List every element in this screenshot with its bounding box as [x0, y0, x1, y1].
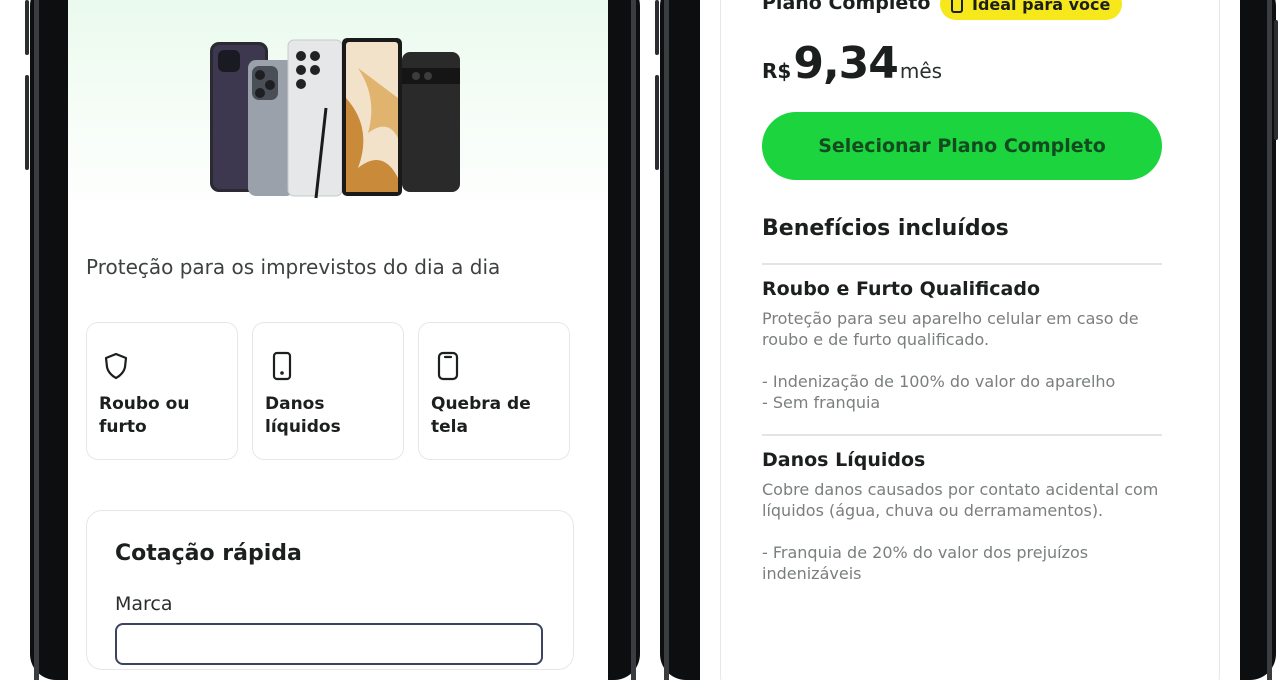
hero-banner — [68, 0, 608, 220]
select-plan-button[interactable]: Selecionar Plano Completo — [762, 112, 1162, 180]
benefit-title: Danos Líquidos — [762, 449, 926, 471]
phone-frame-right: Plano Completo Ideal para você R$ 9,34 m… — [660, 0, 1276, 680]
feature-card-quebra-tela[interactable]: Quebra de tela — [418, 322, 570, 460]
divider — [762, 434, 1162, 436]
plan-price: R$ 9,34 mês — [762, 38, 942, 89]
quick-quote-card: Cotação rápida Marca — [86, 510, 574, 670]
tagline: Proteção para os imprevistos do dia a di… — [86, 255, 501, 279]
feature-label: Roubo ou furto — [99, 394, 190, 437]
price-value: 9,34 — [793, 38, 899, 89]
volume-button — [655, 0, 659, 55]
benefit-title: Roubo e Furto Qualificado — [762, 278, 1041, 300]
brand-label: Marca — [115, 593, 173, 615]
divider — [762, 263, 1162, 265]
app-screen-right: Plano Completo Ideal para você R$ 9,34 m… — [700, 0, 1240, 680]
shield-icon — [104, 352, 128, 380]
recommended-badge: Ideal para você — [940, 0, 1123, 20]
app-screen-left: Proteção para os imprevistos do dia a di… — [68, 0, 608, 680]
volume-button — [25, 0, 29, 55]
volume-button — [655, 75, 659, 170]
feature-card-danos-liquidos[interactable]: Danos líquidos — [252, 322, 404, 460]
badge-label: Ideal para você — [972, 0, 1111, 14]
frame-edge — [664, 0, 669, 680]
volume-button — [25, 75, 29, 170]
power-button — [1274, 20, 1278, 140]
benefits-title: Benefícios incluídos — [762, 216, 1009, 241]
benefit-description: Cobre danos causados por contato acident… — [762, 480, 1159, 583]
price-currency: R$ — [762, 59, 792, 83]
smartphones-illustration — [210, 38, 460, 199]
phone-icon — [272, 351, 292, 381]
brand-input[interactable] — [115, 623, 543, 665]
frame-edge — [34, 0, 39, 680]
benefit-description: Proteção para seu aparelho celular em ca… — [762, 309, 1139, 412]
frame-edge — [1267, 0, 1272, 680]
feature-card-roubo-furto[interactable]: Roubo ou furto — [86, 322, 238, 460]
phone-frame-left: Proteção para os imprevistos do dia a di… — [30, 0, 640, 680]
price-period: mês — [899, 59, 943, 83]
phone-icon — [951, 0, 963, 13]
plan-name: Plano Completo — [762, 0, 931, 14]
feature-label: Quebra de tela — [431, 394, 531, 437]
phone-icon — [437, 351, 459, 381]
quick-quote-title: Cotação rápida — [115, 541, 302, 566]
feature-label: Danos líquidos — [265, 394, 341, 437]
frame-edge — [631, 0, 636, 680]
